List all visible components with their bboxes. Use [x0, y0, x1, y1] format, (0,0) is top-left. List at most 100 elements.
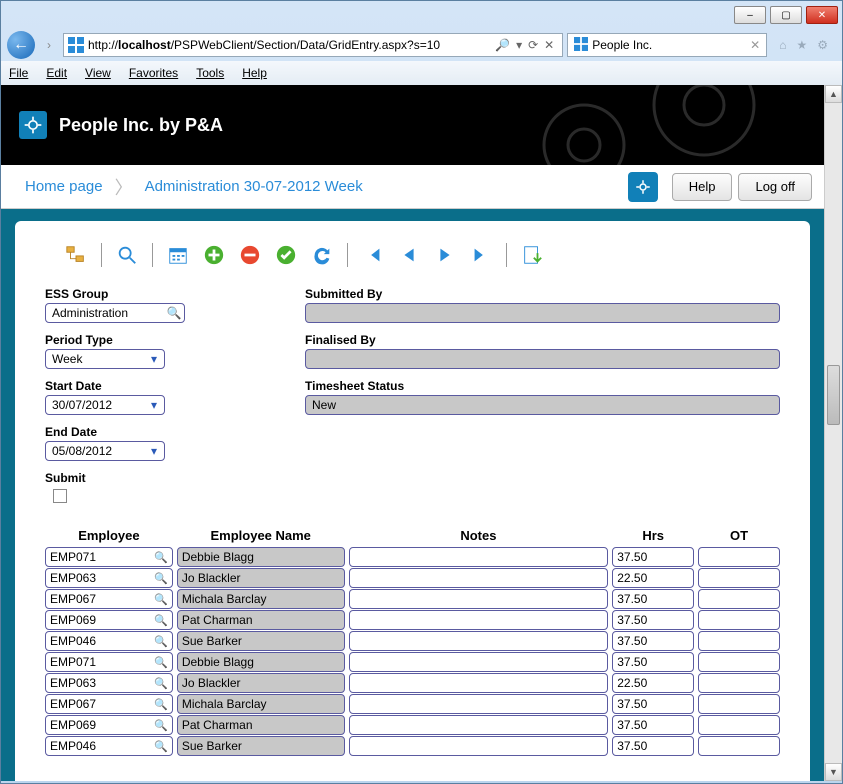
add-icon[interactable]	[203, 244, 225, 266]
settings-gear-button[interactable]	[628, 172, 658, 202]
lookup-icon[interactable]: 🔍	[154, 739, 168, 753]
hrs-cell[interactable]: 37.50	[612, 589, 694, 609]
lookup-icon[interactable]: 🔍	[154, 592, 168, 606]
employee-cell[interactable]: EMP067🔍	[45, 694, 173, 714]
notes-cell[interactable]	[349, 547, 609, 567]
notes-cell[interactable]	[349, 610, 609, 630]
period-type-select[interactable]: Week ▾	[45, 349, 165, 369]
menu-favorites[interactable]: Favorites	[129, 66, 178, 80]
notes-cell[interactable]	[349, 589, 609, 609]
search-dropdown-icon[interactable]: 🔎	[495, 38, 510, 52]
employee-cell[interactable]: EMP071🔍	[45, 652, 173, 672]
ot-cell[interactable]	[698, 694, 780, 714]
hrs-cell[interactable]: 37.50	[612, 715, 694, 735]
breadcrumb-home[interactable]: Home page	[13, 178, 115, 195]
minimize-button[interactable]: –	[734, 6, 766, 24]
start-date-input[interactable]: 30/07/2012 ▾	[45, 395, 165, 415]
ot-cell[interactable]	[698, 736, 780, 756]
menu-edit[interactable]: Edit	[46, 66, 67, 80]
refresh-icon[interactable]	[311, 244, 333, 266]
favorites-icon[interactable]: ★	[796, 38, 807, 52]
notes-cell[interactable]	[349, 694, 609, 714]
hrs-cell[interactable]: 37.50	[612, 631, 694, 651]
lookup-icon[interactable]: 🔍	[154, 718, 168, 732]
lookup-icon[interactable]: 🔍	[154, 634, 168, 648]
hrs-cell[interactable]: 37.50	[612, 610, 694, 630]
hrs-cell[interactable]: 37.50	[612, 736, 694, 756]
tab-close-icon[interactable]: ✕	[750, 38, 760, 52]
ess-group-input[interactable]: Administration 🔍	[45, 303, 185, 323]
employee-cell[interactable]: EMP071🔍	[45, 547, 173, 567]
lookup-icon[interactable]: 🔍	[154, 697, 168, 711]
tools-gear-icon[interactable]: ⚙	[817, 38, 828, 52]
forward-button[interactable]: ›	[39, 35, 59, 55]
lookup-icon[interactable]: 🔍	[154, 676, 168, 690]
hrs-cell[interactable]: 22.50	[612, 673, 694, 693]
notes-cell[interactable]	[349, 631, 609, 651]
menu-file[interactable]: File	[9, 66, 28, 80]
dropdown-icon[interactable]: ▾	[146, 397, 162, 413]
close-button[interactable]: ✕	[806, 6, 838, 24]
url-box[interactable]: http://localhost/PSPWebClient/Section/Da…	[63, 33, 563, 57]
stop-icon[interactable]: ▾	[516, 38, 522, 52]
scroll-thumb[interactable]	[827, 365, 840, 425]
ot-cell[interactable]	[698, 631, 780, 651]
logoff-button[interactable]: Log off	[738, 173, 812, 201]
lookup-icon[interactable]: 🔍	[166, 305, 182, 321]
employee-cell[interactable]: EMP063🔍	[45, 673, 173, 693]
ot-cell[interactable]	[698, 547, 780, 567]
first-icon[interactable]	[362, 244, 384, 266]
menu-tools[interactable]: Tools	[196, 66, 224, 80]
browser-tab[interactable]: People Inc. ✕	[567, 33, 767, 57]
notes-cell[interactable]	[349, 715, 609, 735]
scroll-up-icon[interactable]: ▲	[825, 85, 842, 103]
hrs-cell[interactable]: 37.50	[612, 547, 694, 567]
maximize-button[interactable]: ▢	[770, 6, 802, 24]
confirm-icon[interactable]	[275, 244, 297, 266]
employee-cell[interactable]: EMP069🔍	[45, 610, 173, 630]
prev-icon[interactable]	[398, 244, 420, 266]
calendar-icon[interactable]	[167, 244, 189, 266]
lookup-icon[interactable]: 🔍	[154, 613, 168, 627]
dropdown-icon[interactable]: ▾	[146, 443, 162, 459]
back-button[interactable]: ←	[7, 31, 35, 59]
ot-cell[interactable]	[698, 673, 780, 693]
end-date-input[interactable]: 05/08/2012 ▾	[45, 441, 165, 461]
dropdown-icon[interactable]: ▾	[146, 351, 162, 367]
notes-cell[interactable]	[349, 652, 609, 672]
ot-cell[interactable]	[698, 589, 780, 609]
ot-cell[interactable]	[698, 568, 780, 588]
scroll-down-icon[interactable]: ▼	[825, 763, 842, 781]
search-icon[interactable]	[116, 244, 138, 266]
employee-cell[interactable]: EMP046🔍	[45, 631, 173, 651]
last-icon[interactable]	[470, 244, 492, 266]
hrs-cell[interactable]: 37.50	[612, 694, 694, 714]
notes-cell[interactable]	[349, 736, 609, 756]
submit-checkbox[interactable]	[53, 489, 67, 503]
home-icon[interactable]: ⌂	[779, 38, 786, 52]
stop-x-icon[interactable]: ✕	[544, 38, 554, 52]
ot-cell[interactable]	[698, 715, 780, 735]
employee-cell[interactable]: EMP046🔍	[45, 736, 173, 756]
refresh-icon[interactable]: ⟳	[528, 38, 538, 52]
delete-icon[interactable]	[239, 244, 261, 266]
menu-view[interactable]: View	[85, 66, 111, 80]
help-button[interactable]: Help	[672, 173, 733, 201]
ot-cell[interactable]	[698, 652, 780, 672]
hrs-cell[interactable]: 22.50	[612, 568, 694, 588]
tree-icon[interactable]	[65, 244, 87, 266]
lookup-icon[interactable]: 🔍	[154, 550, 168, 564]
vertical-scrollbar[interactable]: ▲ ▼	[824, 85, 842, 781]
employee-cell[interactable]: EMP063🔍	[45, 568, 173, 588]
employee-cell[interactable]: EMP069🔍	[45, 715, 173, 735]
menu-help[interactable]: Help	[242, 66, 267, 80]
employee-cell[interactable]: EMP067🔍	[45, 589, 173, 609]
ot-cell[interactable]	[698, 610, 780, 630]
lookup-icon[interactable]: 🔍	[154, 655, 168, 669]
breadcrumb-current[interactable]: Administration 30-07-2012 Week	[133, 178, 375, 195]
notes-cell[interactable]	[349, 568, 609, 588]
next-icon[interactable]	[434, 244, 456, 266]
hrs-cell[interactable]: 37.50	[612, 652, 694, 672]
export-icon[interactable]	[521, 244, 543, 266]
lookup-icon[interactable]: 🔍	[154, 571, 168, 585]
